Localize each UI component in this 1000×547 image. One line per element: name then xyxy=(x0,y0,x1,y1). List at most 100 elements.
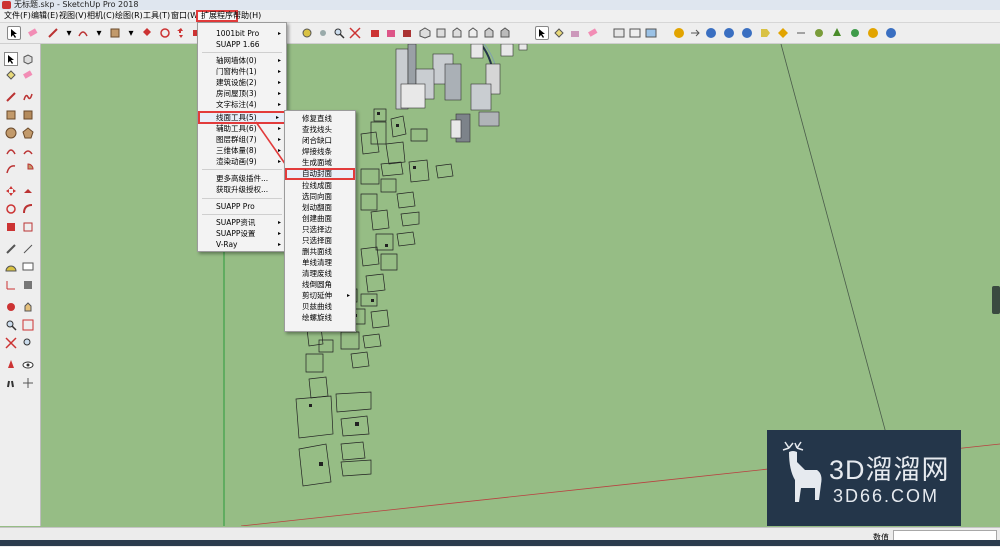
paint-icon[interactable] xyxy=(568,26,582,40)
paint-bucket-icon[interactable] xyxy=(4,68,18,82)
submenu-item-select-same-facing[interactable]: 选同向面 xyxy=(285,191,355,202)
views-right-icon[interactable] xyxy=(466,26,480,40)
submenu-item-auto-face[interactable]: 自动封面 xyxy=(285,168,355,180)
zoom-extents-icon[interactable] xyxy=(4,336,18,350)
menu-help[interactable]: 帮助(H) xyxy=(230,10,264,22)
warehouse-icon[interactable] xyxy=(368,26,382,40)
axes-icon[interactable] xyxy=(4,278,18,292)
plugin-tree-icon[interactable] xyxy=(830,26,844,40)
plugin-o-icon[interactable] xyxy=(866,26,880,40)
paint-bucket-icon[interactable] xyxy=(552,26,566,40)
plugin-bug-icon[interactable] xyxy=(812,26,826,40)
text-icon[interactable] xyxy=(21,260,35,274)
submenu-item-delete-coplanar[interactable]: 删共面线 xyxy=(285,246,355,257)
select-tool-icon[interactable] xyxy=(7,26,21,40)
menu-item-axis-walls[interactable]: 轴网墙体(0) ▸ xyxy=(198,55,286,66)
plugin-arrow-icon[interactable] xyxy=(688,26,702,40)
plugin-tag-icon[interactable] xyxy=(758,26,772,40)
polygon-icon[interactable] xyxy=(21,126,35,140)
eraser-icon[interactable] xyxy=(586,26,600,40)
views-left-icon[interactable] xyxy=(498,26,512,40)
plugin-leaf-icon[interactable] xyxy=(848,26,862,40)
section-plane-icon[interactable] xyxy=(21,376,35,390)
eraser-icon[interactable] xyxy=(21,68,35,82)
submenu-item-swipe-flip[interactable]: 划动翻面 xyxy=(285,202,355,213)
style-xray-icon[interactable] xyxy=(612,26,626,40)
push-pull-icon[interactable] xyxy=(21,184,35,198)
components-icon[interactable] xyxy=(384,26,398,40)
views-front-icon[interactable] xyxy=(450,26,464,40)
submenu-item-find-line-ends[interactable]: 查找线头 xyxy=(285,124,355,135)
menu-item-suapp-pro[interactable]: SUAPP Pro xyxy=(198,201,286,212)
submenu-item-repair-lines[interactable]: 修复直线 xyxy=(285,113,355,124)
walk-icon[interactable] xyxy=(4,376,18,390)
style-wireframe-icon[interactable] xyxy=(628,26,642,40)
rotated-rectangle-icon[interactable] xyxy=(21,108,35,122)
views-top-icon[interactable] xyxy=(434,26,448,40)
submenu-item-lines-to-face[interactable]: 拉线成面 xyxy=(285,180,355,191)
dimension-icon[interactable] xyxy=(21,242,35,256)
rectangle-icon[interactable] xyxy=(108,26,122,40)
move-icon[interactable] xyxy=(4,184,18,198)
zoom-window-icon[interactable] xyxy=(21,318,35,332)
views-iso-icon[interactable] xyxy=(418,26,432,40)
plugin-b-icon[interactable] xyxy=(704,26,718,40)
plugin-rr-icon[interactable] xyxy=(740,26,754,40)
line-icon[interactable] xyxy=(4,90,18,104)
rotate-icon[interactable] xyxy=(4,202,18,216)
zoom-extents-icon[interactable] xyxy=(348,26,362,40)
chevron-down-icon[interactable]: ▾ xyxy=(92,26,106,40)
style-shaded-icon[interactable] xyxy=(644,26,658,40)
menu-item-vray[interactable]: V-Ray ▸ xyxy=(198,239,286,250)
menu-item-text-annotation[interactable]: 文字标注(4) ▸ xyxy=(198,99,286,110)
push-pull-icon[interactable] xyxy=(140,26,154,40)
submenu-item-single-line-cleanup[interactable]: 单线清理 xyxy=(285,257,355,268)
select-tool-icon[interactable] xyxy=(535,26,549,40)
offset-icon[interactable] xyxy=(21,220,35,234)
plugin-diamond-icon[interactable] xyxy=(776,26,790,40)
move-icon[interactable] xyxy=(174,26,188,40)
views-back-icon[interactable] xyxy=(482,26,496,40)
submenu-item-trim-extend[interactable]: 剪切延伸 ▸ xyxy=(285,290,355,301)
menu-item-suapp-166[interactable]: SUAPP 1.66 xyxy=(198,39,286,50)
plugin-arrow-icon[interactable] xyxy=(794,26,808,40)
pan-icon[interactable] xyxy=(316,26,330,40)
3d-text-icon[interactable] xyxy=(21,278,35,292)
select-tool-icon[interactable] xyxy=(4,52,18,66)
side-panel-tab[interactable] xyxy=(992,286,1000,314)
orbit-icon[interactable] xyxy=(4,300,18,314)
look-around-icon[interactable] xyxy=(21,358,35,372)
menu-item-suapp-news[interactable]: SUAPP资讯 ▸ xyxy=(198,217,286,228)
submenu-item-line-fillet[interactable]: 线倒圆角 xyxy=(285,279,355,290)
freehand-icon[interactable] xyxy=(21,90,35,104)
three-point-arc-icon[interactable] xyxy=(4,162,18,176)
submenu-item-generate-regions[interactable]: 生成面域 xyxy=(285,157,355,168)
submenu-item-create-surface[interactable]: 创建曲面 xyxy=(285,213,355,224)
plugin-rt-icon[interactable] xyxy=(722,26,736,40)
menu-item-suapp-settings[interactable]: SUAPP设置 ▸ xyxy=(198,228,286,239)
extension-warehouse-icon[interactable] xyxy=(400,26,414,40)
submenu-item-select-faces-only[interactable]: 只选择面 xyxy=(285,235,355,246)
submenu-item-select-edges-only[interactable]: 只选择边 xyxy=(285,224,355,235)
chevron-down-icon[interactable]: ▾ xyxy=(124,26,138,40)
scale-icon[interactable] xyxy=(4,220,18,234)
zoom-icon[interactable] xyxy=(332,26,346,40)
menu-item-1001bit[interactable]: 1001bit Pro ▸ xyxy=(198,28,286,39)
previous-view-icon[interactable] xyxy=(21,336,35,350)
rotate-icon[interactable] xyxy=(158,26,172,40)
two-point-arc-icon[interactable] xyxy=(21,144,35,158)
menu-item-doors-windows[interactable]: 门窗构件(1) ▸ xyxy=(198,66,286,77)
position-camera-icon[interactable] xyxy=(4,358,18,372)
tape-measure-icon[interactable] xyxy=(4,242,18,256)
pie-icon[interactable] xyxy=(21,162,35,176)
orbit-icon[interactable] xyxy=(300,26,314,40)
menu-item-building-facilities[interactable]: 建筑设施(2) ▸ xyxy=(198,77,286,88)
pan-icon[interactable] xyxy=(21,300,35,314)
plugin-m-icon[interactable] xyxy=(672,26,686,40)
follow-me-icon[interactable] xyxy=(21,202,35,216)
eraser-icon[interactable] xyxy=(26,26,40,40)
make-component-icon[interactable] xyxy=(21,52,35,66)
submenu-item-weld-lines[interactable]: 焊接线条 xyxy=(285,146,355,157)
submenu-item-close-gaps[interactable]: 闭合缺口 xyxy=(285,135,355,146)
menu-item-get-license[interactable]: 获取升级授权... xyxy=(198,184,286,195)
